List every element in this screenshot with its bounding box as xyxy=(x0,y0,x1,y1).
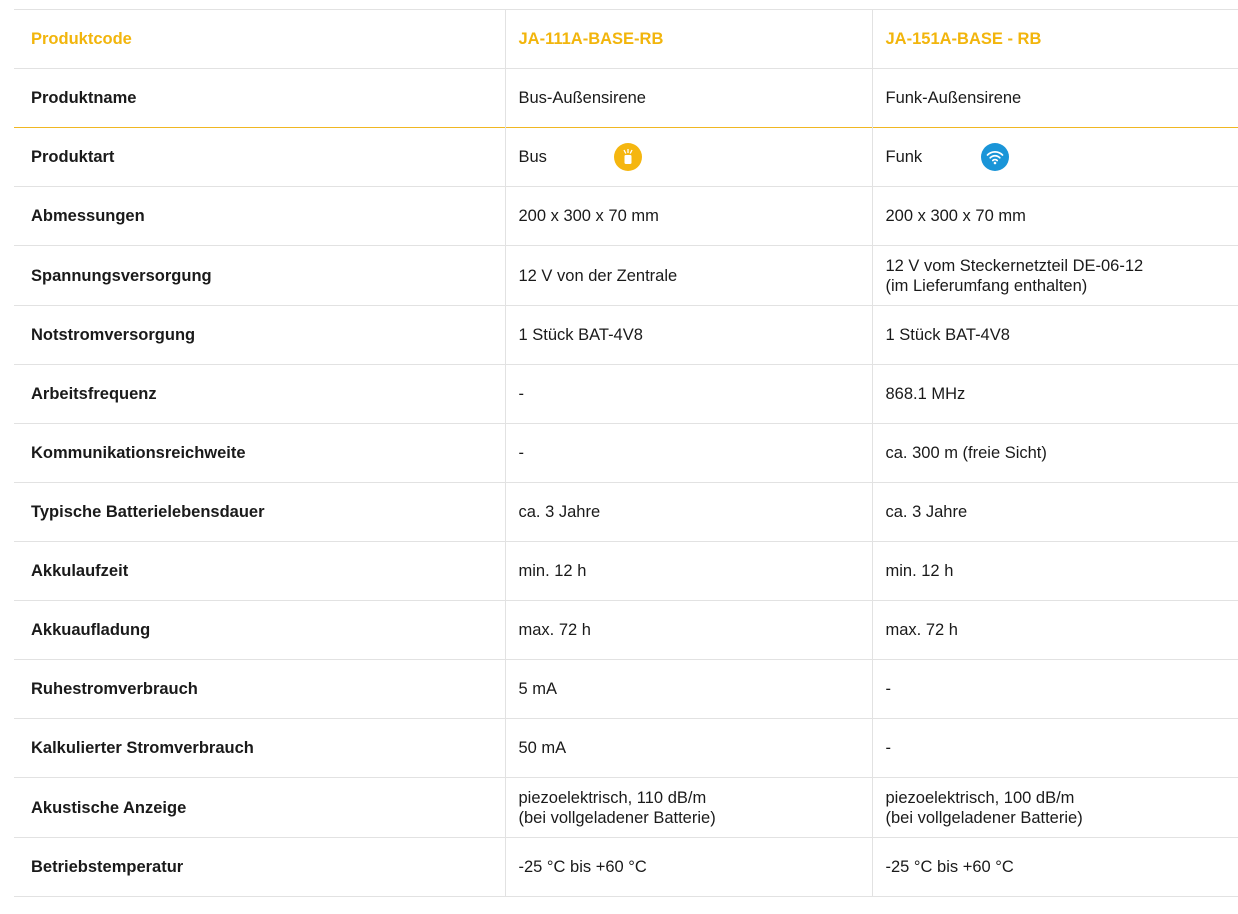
row-label: Produktname xyxy=(14,68,505,128)
row-value-2: 200 x 300 x 70 mm xyxy=(871,186,1238,246)
row-value-2: 868.1 MHz xyxy=(871,364,1238,424)
spec-table: Produktcode JA-111A-BASE-RB JA-151A-BASE… xyxy=(14,9,1238,897)
row-value-2: max. 72 h xyxy=(871,600,1238,660)
header-product2: JA-151A-BASE - RB xyxy=(871,9,1238,69)
product-type-bus: Bus xyxy=(518,148,547,166)
row-value-1-line1: piezoelektrisch, 110 dB/m xyxy=(518,788,707,807)
row-value-2: Funk-Außensirene xyxy=(871,68,1238,128)
row-value-2: piezoelektrisch, 100 dB/m (bei vollgelad… xyxy=(871,777,1238,838)
row-value-2: 1 Stück BAT-4V8 xyxy=(871,305,1238,365)
row-value-1: -25 °C bis +60 °C xyxy=(504,837,872,897)
row-label: Spannungsversorgung xyxy=(14,245,505,306)
row-value-1: ca. 3 Jahre xyxy=(504,482,872,542)
row-value-1: - xyxy=(504,423,872,483)
table-row: Notstromversorgung 1 Stück BAT-4V8 1 Stü… xyxy=(14,305,1238,365)
row-value-2: ca. 300 m (freie Sicht) xyxy=(871,423,1238,483)
row-value-1: 200 x 300 x 70 mm xyxy=(504,186,872,246)
row-label: Typische Batterielebensdauer xyxy=(14,482,505,542)
table-row: Akkuaufladung max. 72 h max. 72 h xyxy=(14,600,1238,660)
row-label: Produktart xyxy=(14,127,505,187)
row-value-2: ca. 3 Jahre xyxy=(871,482,1238,542)
row-label: Akkuaufladung xyxy=(14,600,505,660)
table-row: Spannungsversorgung 12 V von der Zentral… xyxy=(14,245,1238,306)
row-value-1: piezoelektrisch, 110 dB/m (bei vollgelad… xyxy=(504,777,872,838)
row-value-1: - xyxy=(504,364,872,424)
row-label: Betriebstemperatur xyxy=(14,837,505,897)
row-value-1: 50 mA xyxy=(504,718,872,778)
table-row: Produktname Bus-Außensirene Funk-Außensi… xyxy=(14,68,1238,128)
wifi-icon xyxy=(980,143,1009,171)
row-value-2: 12 V vom Steckernetzteil DE-06-12 (im Li… xyxy=(871,245,1238,306)
row-value-1: 12 V von der Zentrale xyxy=(504,245,872,306)
table-row: Produktart Bus Funk xyxy=(14,127,1238,187)
table-row: Betriebstemperatur -25 °C bis +60 °C -25… xyxy=(14,837,1238,897)
row-label: Abmessungen xyxy=(14,186,505,246)
row-value-2: -25 °C bis +60 °C xyxy=(871,837,1238,897)
table-row: Arbeitsfrequenz - 868.1 MHz xyxy=(14,364,1238,424)
header-row: Produktcode JA-111A-BASE-RB JA-151A-BASE… xyxy=(14,9,1238,69)
row-label: Akustische Anzeige xyxy=(14,777,505,838)
row-value-2-line1: piezoelektrisch, 100 dB/m xyxy=(885,788,1075,807)
row-value-1: max. 72 h xyxy=(504,600,872,660)
row-value-1: min. 12 h xyxy=(504,541,872,601)
row-label: Akkulaufzeit xyxy=(14,541,505,601)
row-value-2-line1: 12 V vom Steckernetzteil DE-06-12 xyxy=(885,256,1144,275)
row-value-1: Bus xyxy=(504,127,872,187)
row-value-1-line2: (bei vollgeladener Batterie) xyxy=(518,808,716,827)
table-row: Akkulaufzeit min. 12 h min. 12 h xyxy=(14,541,1238,601)
row-label: Notstromversorgung xyxy=(14,305,505,365)
row-value-2: - xyxy=(871,718,1238,778)
product-type-funk: Funk xyxy=(885,148,923,166)
table-row: Typische Batterielebensdauer ca. 3 Jahre… xyxy=(14,482,1238,542)
row-label: Kommunikationsreichweite xyxy=(14,423,505,483)
table-row: Kommunikationsreichweite - ca. 300 m (fr… xyxy=(14,423,1238,483)
table-row: Akustische Anzeige piezoelektrisch, 110 … xyxy=(14,777,1238,838)
row-label: Kalkulierter Stromverbrauch xyxy=(14,718,505,778)
bus-icon xyxy=(613,143,642,171)
header-product1: JA-111A-BASE-RB xyxy=(504,9,872,69)
table-row: Ruhestromverbrauch 5 mA - xyxy=(14,659,1238,719)
row-label: Ruhestromverbrauch xyxy=(14,659,505,719)
row-value-1: Bus-Außensirene xyxy=(504,68,872,128)
table-row: Abmessungen 200 x 300 x 70 mm 200 x 300 … xyxy=(14,186,1238,246)
row-value-2: - xyxy=(871,659,1238,719)
row-value-1: 1 Stück BAT-4V8 xyxy=(504,305,872,365)
row-value-2-line2: (im Lieferumfang enthalten) xyxy=(885,276,1088,295)
row-value-2-line2: (bei vollgeladener Batterie) xyxy=(885,808,1083,827)
row-value-2: min. 12 h xyxy=(871,541,1238,601)
row-value-1: 5 mA xyxy=(504,659,872,719)
header-label: Produktcode xyxy=(14,9,505,69)
row-label: Arbeitsfrequenz xyxy=(14,364,505,424)
table-row: Kalkulierter Stromverbrauch 50 mA - xyxy=(14,718,1238,778)
row-value-2: Funk xyxy=(871,127,1238,187)
